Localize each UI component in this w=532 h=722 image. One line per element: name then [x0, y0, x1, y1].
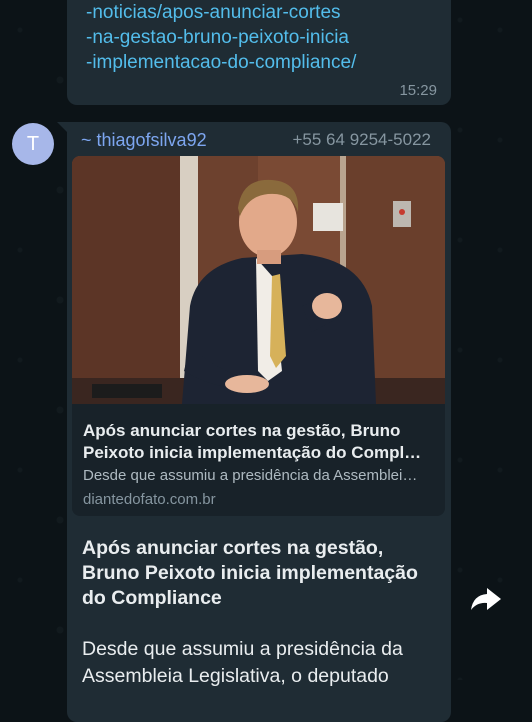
link-line: -implementacao-do-compliance/ [86, 52, 357, 73]
forward-button[interactable] [465, 578, 507, 620]
sender-avatar[interactable]: T [12, 123, 54, 165]
link-preview-title: Após anunciar cortes na gestão, Bruno Pe… [83, 421, 422, 462]
link-preview-card[interactable]: Após anunciar cortes na gestão, Bruno Pe… [72, 156, 445, 516]
link-preview-image[interactable] [72, 156, 445, 404]
link-preview-domain: diantedofato.com.br [83, 491, 216, 508]
sender-name[interactable]: ~ thiagofsilva92 [81, 130, 207, 151]
share-forward-icon [471, 588, 501, 610]
article-title: Após anunciar cortes na gestão, Bruno Pe… [82, 537, 418, 609]
preview-photo-illustration [72, 156, 445, 404]
message-bubble[interactable]: ~ thiagofsilva92 +55 64 9254-5022 Após a… [57, 122, 451, 722]
message-link[interactable]: -noticias/apos-anunciar-cortes -na-gesta… [86, 0, 356, 75]
bubble-tail [57, 122, 69, 134]
article-body: Desde que assumiu a presidência da Assem… [82, 638, 403, 687]
link-line: -noticias/apos-anunciar-cortes [86, 2, 341, 23]
sender-phone: +55 64 9254-5022 [292, 130, 432, 149]
message-bubble[interactable]: -noticias/apos-anunciar-cortes -na-gesta… [67, 0, 451, 105]
message-time: 15:29 [399, 82, 437, 99]
link-line: -na-gestao-bruno-peixoto-inicia [86, 27, 349, 48]
link-preview-description: Desde que assumiu a presidência da Assem… [83, 467, 418, 484]
